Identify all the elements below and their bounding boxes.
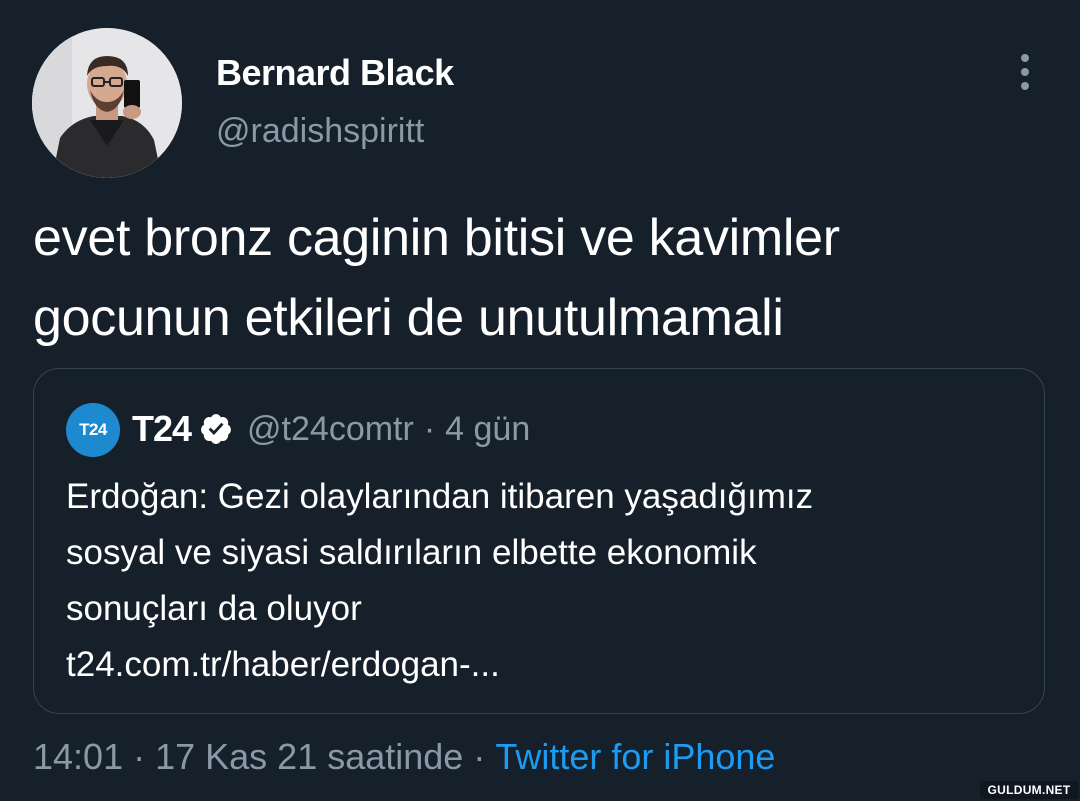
quoted-tweet-card[interactable]: T24 T24 @t24comtr · 4 gün Erdoğan: Gezi … [33,368,1045,714]
watermark: GULDUM.NET [980,781,1078,799]
quoted-tweet-time[interactable]: 4 gün [445,410,530,449]
author-display-name[interactable]: Bernard Black [216,52,454,94]
quoted-author-handle[interactable]: @t24comtr [247,410,414,449]
quoted-tweet-header: T24 @t24comtr · 4 gün [132,405,530,453]
separator-dot: · [133,736,146,777]
separator-dot: · [473,736,486,777]
t24-logo[interactable]: T24 [66,403,120,457]
separator-dot: · [423,409,436,448]
author-handle[interactable]: @radishspiritt [216,112,424,151]
tweet-detail: Bernard Black @radishspiritt evet bronz … [0,0,1080,801]
quoted-text-line: sonuçları da oluyor [66,589,362,628]
quoted-text-line: Erdoğan: Gezi olaylarından itibaren yaşa… [66,477,814,516]
tweet-source-link[interactable]: Twitter for iPhone [495,736,775,777]
tweet-text: evet bronz caginin bitisi ve kavimler go… [33,209,840,347]
profile-photo-icon [32,28,182,178]
quoted-text-line: sosyal ve siyasi saldırıların elbette ek… [66,533,757,572]
quoted-author-name[interactable]: T24 [132,408,192,450]
more-vertical-icon[interactable] [1010,52,1040,92]
quoted-tweet-link[interactable]: t24.com.tr/haber/erdogan-... [66,637,1016,693]
verified-badge-icon [199,412,233,446]
tweet-time[interactable]: 14:01 [33,736,123,777]
tweet-date[interactable]: 17 Kas 21 saatinde [155,736,463,777]
avatar[interactable] [32,28,182,178]
tweet-metadata: 14:01 · 17 Kas 21 saatinde · Twitter for iPh… [33,734,775,780]
quoted-tweet-text: Erdoğan: Gezi olaylarından itibaren yaşa… [66,469,1016,693]
